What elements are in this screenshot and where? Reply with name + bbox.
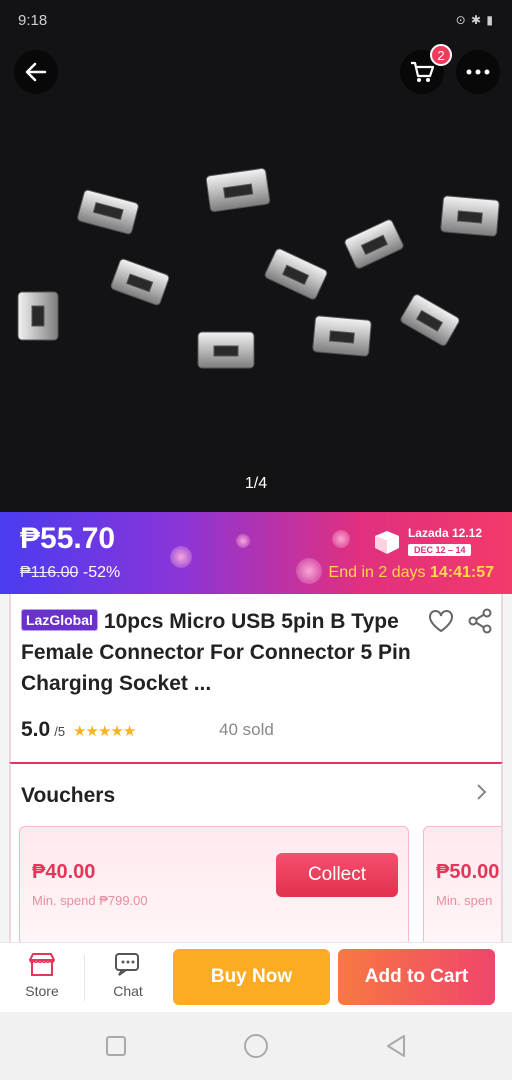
recent-apps-icon[interactable] [104,1034,128,1058]
store-button[interactable]: Store [7,951,77,999]
current-price: ₱55.70 [20,522,116,555]
vouchers-section: Vouchers ₱40.00 Min. spend ₱799.00 Colle… [9,762,503,942]
cart-button[interactable]: 2 [400,44,452,94]
system-nav-bar [0,1012,512,1080]
status-time: 9:18 [18,11,48,29]
home-icon[interactable] [242,1032,270,1060]
voucher-amount: ₱40.00 [32,861,96,883]
sparkle-decoration [236,534,250,548]
vouchers-title: Vouchers [21,784,116,807]
cart-count-badge: 2 [430,44,452,66]
voucher-card: ₱50.00 Min. spen [423,826,501,942]
price-original: ₱116.00 -52% [20,564,120,582]
rating[interactable]: 5.0 /5 ★★★★★ [21,718,136,742]
store-icon [29,953,55,976]
sparkle-decoration [332,530,350,548]
original-price: ₱116.00 [20,564,79,581]
event-text: Lazada 12.12 DEC 12 – 14 [407,526,482,558]
rating-score: 5.0 [21,718,51,741]
chevron-right-icon [477,784,487,800]
event-logo: Lazada 12.12 DEC 12 – 14 [372,526,482,558]
status-icons: ⊙ ✱ ▮ [455,13,494,27]
share-icon [468,608,492,634]
gift-box-icon [374,531,399,554]
status-bar: 9:18 ⊙ ✱ ▮ [0,0,512,40]
voucher-min-spend: Min. spend ₱799.00 [32,893,148,908]
back-triangle-icon[interactable] [384,1033,408,1059]
image-page-indicator: 1/4 [232,466,280,502]
event-title: Lazada 12.12 [407,526,482,540]
voucher-amount: ₱50.00 [436,861,500,883]
rating-max: /5 [54,724,66,739]
divider [84,955,85,1001]
voucher-min-spend: Min. spen [436,893,493,908]
countdown: End in 2 days 14:41:57 [329,564,494,582]
share-button[interactable] [467,608,493,639]
collect-voucher-button[interactable]: Collect [276,853,398,897]
buy-now-button[interactable]: Buy Now [173,949,330,1005]
event-dates: DEC 12 – 14 [407,544,472,556]
countdown-prefix: End in 2 days [328,564,426,581]
lazglobal-badge: LazGlobal [21,609,98,631]
rating-stars-icon: ★★★★★ [73,723,136,740]
product-title-block: LazGlobal 10pcs Micro USB 5pin B Type Fem… [21,606,421,699]
countdown-time: 14:41:57 [429,564,494,581]
more-dots-icon [466,69,490,75]
chat-button[interactable]: Chat [93,951,163,999]
back-arrow-icon [25,62,47,82]
add-to-cart-button[interactable]: Add to Cart [338,949,495,1005]
sparkle-decoration [170,546,192,568]
vouchers-more-button[interactable] [473,782,489,807]
sold-count: 40 sold [219,720,274,739]
more-options-button[interactable] [456,50,500,94]
product-image-carousel[interactable]: 9:18 ⊙ ✱ ▮ 2 1/4 [0,0,512,512]
wishlist-button[interactable] [427,608,455,639]
sparkle-decoration [296,558,322,584]
product-title-card: LazGlobal 10pcs Micro USB 5pin B Type Fem… [9,594,503,762]
back-button[interactable] [14,50,58,94]
price-banner: ₱55.70 ₱116.00 -52% Lazada 12.12 DEC 12 … [0,512,512,594]
heart-icon [429,610,453,633]
store-label: Store [25,983,59,999]
discount-percent: -52% [82,564,121,581]
chat-label: Chat [113,983,143,999]
product-detail-screen: 9:18 ⊙ ✱ ▮ 2 1/4 ₱55.70 ₱116.00 -52% Laz… [0,0,512,1080]
bottom-action-bar: Store Chat Buy Now Add to Cart [0,942,512,1012]
voucher-card: ₱40.00 Min. spend ₱799.00 Collect [19,826,409,942]
chat-icon [115,953,139,976]
